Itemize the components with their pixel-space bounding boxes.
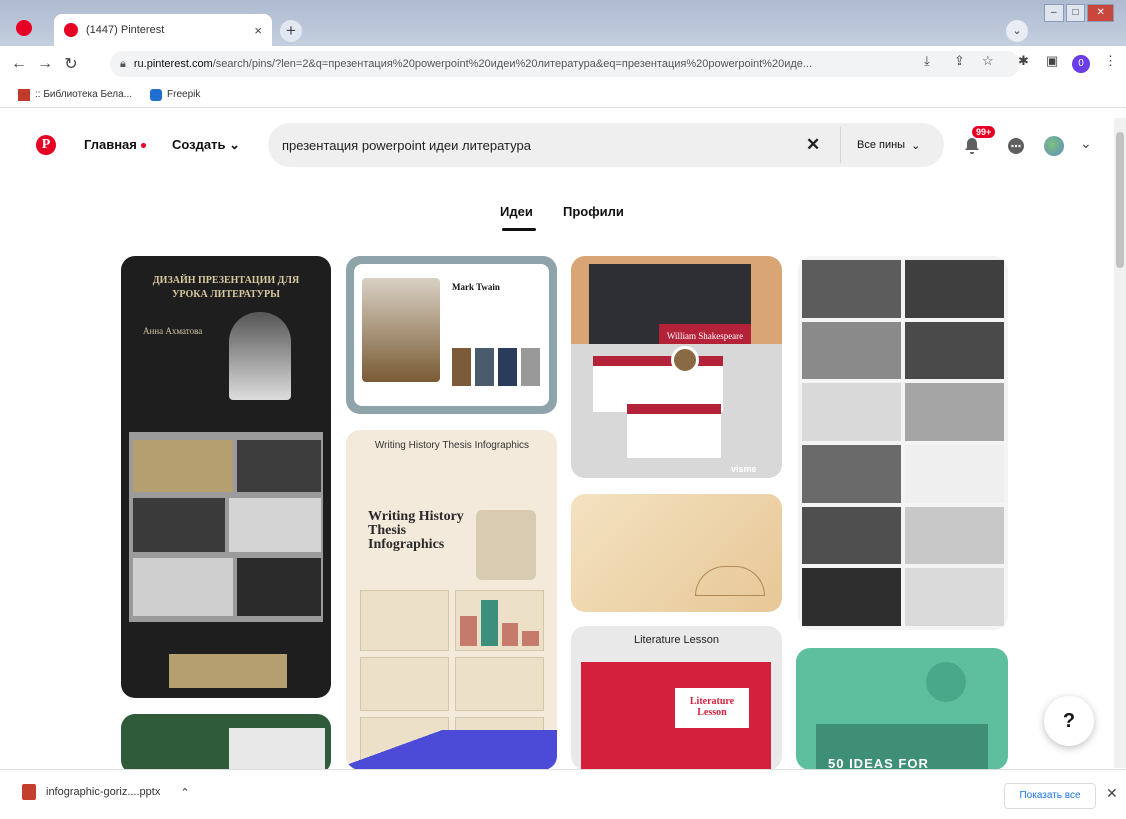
chevron-down-icon: ⌄ bbox=[229, 137, 240, 152]
author-name: Mark Twain bbox=[452, 282, 500, 292]
slide-thumb bbox=[169, 654, 287, 688]
pin-literature-lesson[interactable]: Literature Lesson Literature Lesson bbox=[571, 626, 782, 769]
back-arrow-icon[interactable]: ← bbox=[6, 55, 32, 73]
share-icon[interactable]: ⇪ bbox=[954, 53, 965, 69]
show-all-downloads-button[interactable]: Показать все bbox=[1004, 783, 1096, 809]
visme-watermark: visme bbox=[731, 464, 757, 474]
tab-search-chevron-icon[interactable]: ⌄ bbox=[1006, 20, 1028, 42]
bookmark-label: :: Библиотека Бела... bbox=[35, 89, 133, 100]
infographic-title: Writing History Thesis Infographics bbox=[368, 509, 464, 552]
pin-text: 50 IDEAS FOR bbox=[828, 756, 929, 769]
slide-frame: Mark Twain bbox=[354, 264, 549, 406]
address-bar[interactable]: 🔒︎ ru.pinterest.com /search/pins/?len=2&… bbox=[110, 51, 1020, 77]
browser-tab-pinterest[interactable]: (1447) Pinterest × bbox=[54, 14, 272, 46]
home-label: Главная bbox=[84, 137, 137, 152]
unread-dot bbox=[140, 143, 146, 149]
minimize-icon[interactable]: – bbox=[1044, 4, 1064, 22]
pin-subtitle: Анна Ахматова bbox=[143, 326, 203, 336]
download-bar: infographic-goriz....pptx ⌃ Показать все… bbox=[0, 769, 1126, 819]
slides-area bbox=[571, 344, 782, 478]
tab-ideas[interactable]: Идеи bbox=[500, 204, 533, 219]
profile-avatar[interactable]: 0 bbox=[1072, 55, 1090, 73]
quill-sketch bbox=[695, 566, 765, 596]
lock-icon: 🔒︎ bbox=[120, 57, 126, 70]
freepik-bookmark-icon bbox=[150, 88, 163, 101]
install-app-icon[interactable]: ⤓ bbox=[924, 53, 930, 69]
forward-arrow-icon[interactable]: → bbox=[32, 55, 58, 73]
red-slide: Literature Lesson bbox=[581, 662, 771, 769]
bookmark-library[interactable]: :: Библиотека Бела... bbox=[18, 88, 133, 101]
page-scrollbar[interactable] bbox=[1114, 118, 1126, 768]
pin-parchment[interactable] bbox=[571, 494, 782, 612]
bookmark-label: Freepik bbox=[167, 89, 201, 100]
url-host: ru.pinterest.com bbox=[133, 58, 213, 70]
address-toolbar: ← → ↻ 🔒︎ ru.pinterest.com /search/pins/?… bbox=[0, 46, 1126, 82]
account-chevron-down-icon[interactable]: ⌄ bbox=[1080, 135, 1100, 155]
notification-badge: 99+ bbox=[972, 126, 996, 138]
slide-heading: Literature Lesson bbox=[675, 688, 749, 728]
tab-title: (1447) Pinterest bbox=[86, 24, 165, 36]
pinned-tab-pinterest-icon[interactable] bbox=[16, 20, 32, 36]
create-menu[interactable]: Создать ⌄ bbox=[172, 137, 240, 153]
blue-footer bbox=[346, 730, 557, 769]
window-controls: – □ ✕ bbox=[1044, 4, 1114, 22]
maximize-icon[interactable]: □ bbox=[1065, 4, 1086, 22]
pin-writing-history[interactable]: Writing History Thesis Infographics Writ… bbox=[346, 430, 557, 769]
search-input[interactable]: презентация powerpoint идеи литература bbox=[282, 138, 531, 153]
pin-shakespeare[interactable]: William Shakespeare visme bbox=[571, 256, 782, 478]
pin-green-slides[interactable] bbox=[121, 714, 331, 769]
create-label: Создать bbox=[172, 137, 226, 152]
twain-portrait bbox=[362, 278, 440, 382]
pin-literature-presentation[interactable]: ДИЗАЙН ПРЕЗЕНТАЦИИ ДЛЯ УРОКА ЛИТЕРАТУРЫ … bbox=[121, 256, 331, 698]
tab-close-icon[interactable]: × bbox=[254, 23, 262, 38]
browser-tab-strip: (1447) Pinterest × + ⌄ – □ ✕ bbox=[0, 0, 1126, 46]
clear-search-icon[interactable]: ✕ bbox=[806, 135, 820, 155]
scrollbar-thumb[interactable] bbox=[1116, 132, 1124, 268]
pin-gray-slides[interactable] bbox=[798, 256, 1008, 630]
pin-50-ideas[interactable]: 50 IDEAS FOR bbox=[796, 648, 1008, 769]
filter-label: Все пины bbox=[857, 139, 906, 151]
help-button[interactable]: ? bbox=[1044, 696, 1094, 746]
quill-book-illustration bbox=[476, 510, 536, 580]
download-filename: infographic-goriz....pptx bbox=[46, 786, 161, 798]
portrait-illustration bbox=[229, 312, 291, 400]
search-bar[interactable]: презентация powerpoint идеи литература ✕… bbox=[268, 123, 944, 167]
bookmarks-bar: :: Библиотека Бела... Freepik bbox=[0, 82, 1126, 108]
extensions-puzzle-icon[interactable]: ✱ bbox=[1018, 53, 1029, 69]
window-close-icon[interactable]: ✕ bbox=[1087, 4, 1114, 22]
pin-title: ДИЗАЙН ПРЕЗЕНТАЦИИ ДЛЯ УРОКА ЛИТЕРАТУРЫ bbox=[152, 275, 300, 300]
side-panel-icon[interactable]: ▣ bbox=[1046, 53, 1058, 69]
pinterest-header: P Главная Создать ⌄ презентация powerpoi… bbox=[0, 123, 1126, 167]
home-link[interactable]: Главная bbox=[84, 137, 146, 152]
chevron-down-icon: ⌄ bbox=[911, 139, 921, 152]
browser-menu-icon[interactable]: ⋮ bbox=[1104, 53, 1117, 69]
tab-profiles[interactable]: Профили bbox=[563, 204, 624, 219]
pptx-file-icon bbox=[22, 784, 36, 800]
book-thumbs bbox=[452, 348, 540, 386]
pinterest-logo-icon[interactable]: P bbox=[36, 135, 56, 155]
notifications-bell-icon[interactable] bbox=[962, 136, 982, 156]
slide-thumb bbox=[229, 728, 325, 769]
pin-filter-dropdown[interactable]: Все пины ⌄ bbox=[840, 127, 944, 163]
download-item[interactable]: infographic-goriz....pptx ⌃ bbox=[22, 784, 190, 800]
new-tab-button[interactable]: + bbox=[280, 20, 302, 42]
slides-collage bbox=[129, 432, 323, 622]
user-avatar[interactable] bbox=[1044, 136, 1064, 156]
chart-circle bbox=[926, 662, 966, 702]
pin-title: Literature Lesson bbox=[634, 634, 719, 646]
pinterest-favicon-icon bbox=[64, 23, 78, 37]
active-tab-indicator bbox=[502, 228, 536, 231]
pin-mark-twain[interactable]: Mark Twain bbox=[346, 256, 557, 414]
pin-title: Writing History Thesis Infographics bbox=[374, 440, 530, 451]
bookmark-freepik[interactable]: Freepik bbox=[150, 88, 201, 101]
messages-icon[interactable] bbox=[1006, 136, 1026, 156]
library-bookmark-icon bbox=[18, 88, 30, 101]
chevron-up-icon[interactable]: ⌃ bbox=[180, 786, 189, 799]
close-download-bar-icon[interactable]: ✕ bbox=[1106, 785, 1118, 802]
slides-collage bbox=[802, 260, 1004, 626]
pinterest-page: P Главная Создать ⌄ презентация powerpoi… bbox=[0, 108, 1126, 769]
reload-icon[interactable]: ↻ bbox=[58, 54, 84, 74]
url-path: /search/pins/?len=2&q=презентация%20powe… bbox=[212, 58, 813, 70]
bookmark-star-icon[interactable]: ☆ bbox=[982, 53, 994, 69]
